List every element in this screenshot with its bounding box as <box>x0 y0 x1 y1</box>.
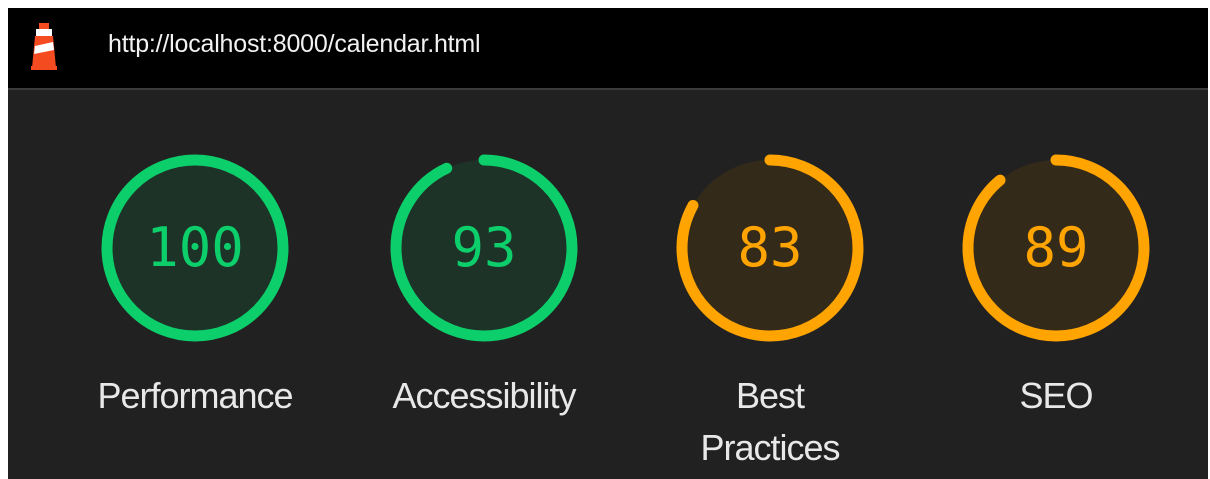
gauge-label-performance: Performance <box>97 375 293 416</box>
gauge-seo[interactable]: 89 <box>956 148 1156 348</box>
gauge-score: 93 <box>451 216 517 279</box>
gauge-best-practices[interactable]: 83 <box>670 148 870 348</box>
gauge-score: 83 <box>737 216 803 279</box>
page-url: http://localhost:8000/calendar.html <box>108 30 481 58</box>
lighthouse-report: http://localhost:8000/calendar.html 100 … <box>8 8 1208 479</box>
lighthouse-icon <box>31 23 57 70</box>
gauge-label-seo: SEO <box>1019 375 1093 416</box>
report-topbar: http://localhost:8000/calendar.html <box>8 8 1208 90</box>
gauge-label-accessibility: Accessibility <box>392 375 576 416</box>
gauge-label-best-practices: Best Practices <box>700 375 840 468</box>
gauge-performance[interactable]: 100 <box>95 148 295 348</box>
gauge-score: 100 <box>146 216 244 279</box>
gauge-accessibility[interactable]: 93 <box>384 148 584 348</box>
gauge-score: 89 <box>1023 216 1089 279</box>
